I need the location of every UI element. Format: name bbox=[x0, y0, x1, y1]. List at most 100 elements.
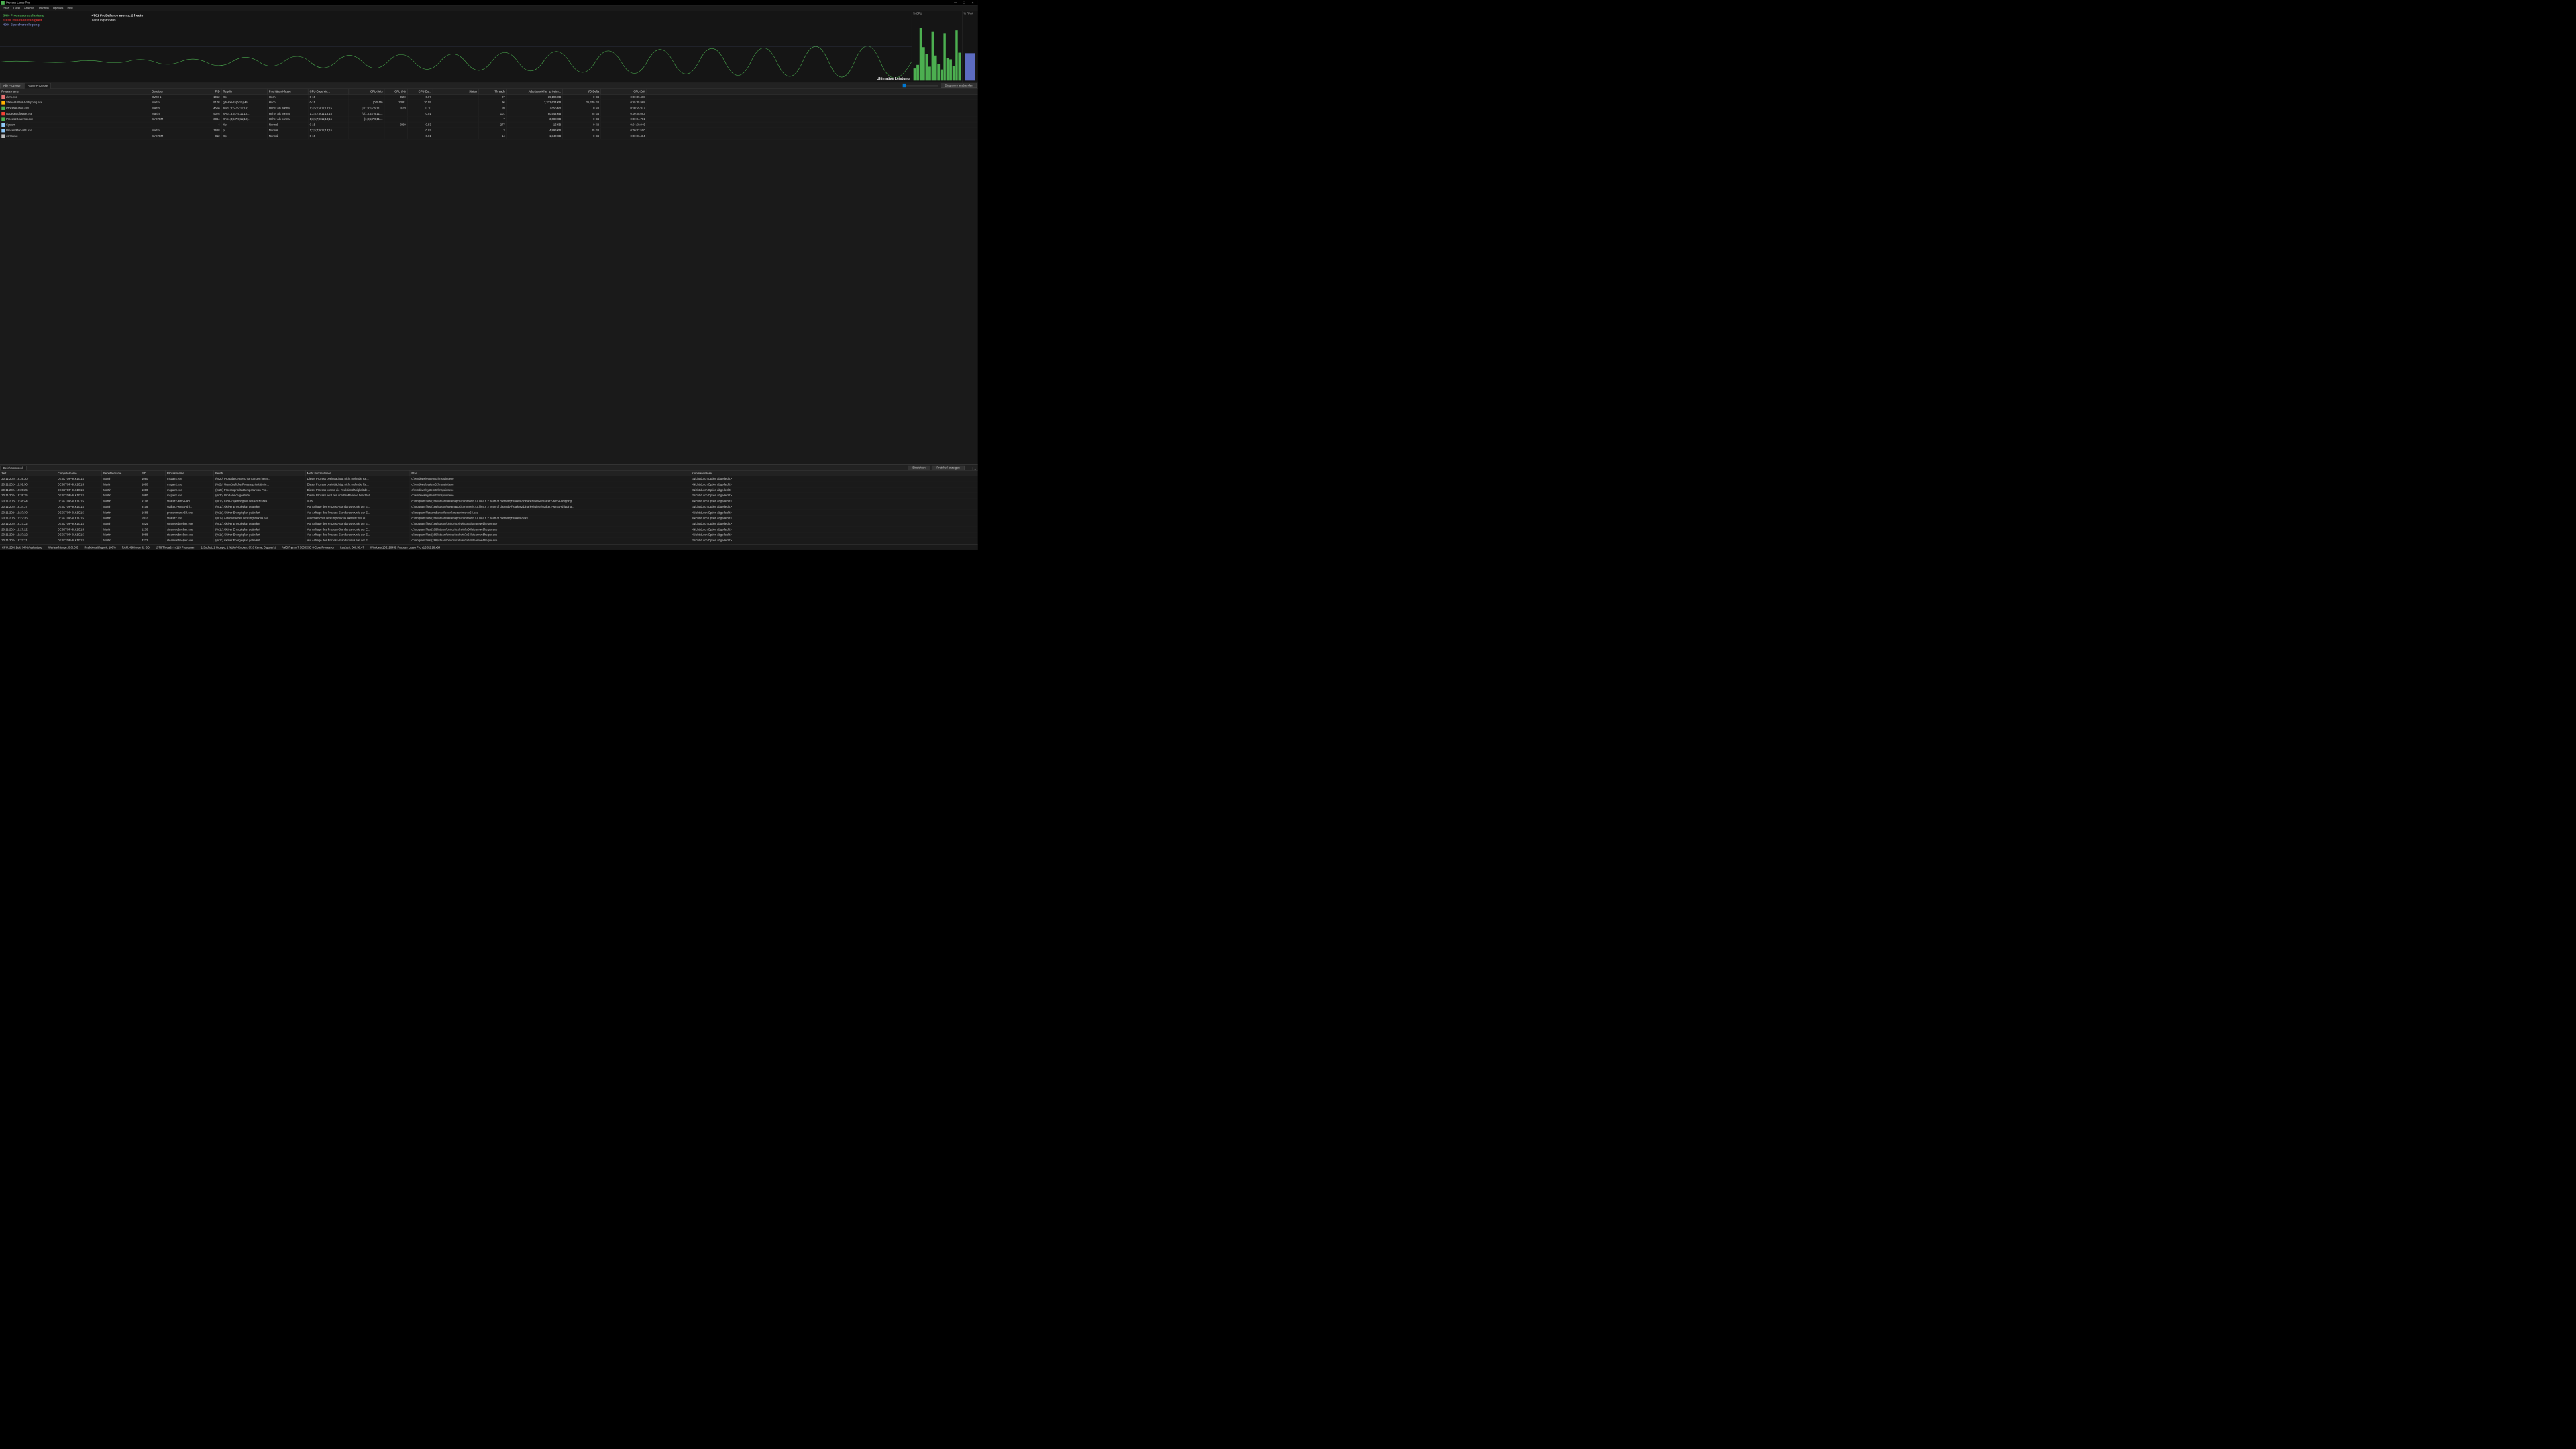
col-threads[interactable]: Threads bbox=[479, 89, 507, 94]
hide-graph-button[interactable]: Diagramm ausblenden bbox=[941, 83, 977, 88]
table-row[interactable]: csrss.exeSYSTEM812XpNormal0-150.01141,34… bbox=[0, 133, 978, 139]
col-pid[interactable]: PID bbox=[201, 89, 221, 94]
tab-log[interactable]: Befehlsprotokoll bbox=[0, 466, 27, 470]
cell-pid: 1236 bbox=[140, 527, 166, 532]
status-segment: RAM: 49% von 32 GB bbox=[122, 546, 150, 549]
col-usr[interactable]: Benutzername bbox=[102, 471, 140, 476]
cell-path: c:\windows\system32\mspaint.exe bbox=[410, 482, 690, 487]
table-row[interactable]: 20-11-2024 19:39:25DESKTOP-9LK1G1SMartin… bbox=[0, 488, 978, 493]
table-row[interactable]: Stalker2-Win64-Shipping.exeMartin9108gih… bbox=[0, 100, 978, 105]
col-name[interactable]: Prozessname bbox=[0, 89, 150, 94]
cell-user: DWM-1 bbox=[150, 94, 201, 99]
col-user[interactable]: Benutzer bbox=[150, 89, 201, 94]
col-mem[interactable]: Arbeitsspeicher (privater... bbox=[506, 89, 563, 94]
cell-name: ProcessLasso.exe bbox=[0, 105, 150, 111]
cell-usr: Martin bbox=[102, 482, 140, 487]
table-row[interactable]: 20-11-2024 19:27:22DESKTOP-9LK1G1SMartin… bbox=[0, 532, 978, 537]
table-row[interactable]: 20-11-2024 19:27:30DESKTOP-9LK1G1SMartin… bbox=[0, 510, 978, 515]
table-row[interactable]: 20-11-2024 19:27:21DESKTOP-9LK1G1SMartin… bbox=[0, 538, 978, 543]
cell-name: RadeonSoftware.exe bbox=[0, 111, 150, 117]
status-segment: CPU: 25% Zeit, 34% Auslastung bbox=[2, 546, 42, 549]
col-io[interactable]: I/O-Delta bbox=[563, 89, 601, 94]
maximize-button[interactable]: ☐ bbox=[962, 1, 966, 5]
cell-proc: mspaint.exe bbox=[166, 488, 214, 493]
insights-button[interactable]: Einsichten bbox=[908, 466, 930, 470]
table-row[interactable]: 20-11-2024 19:36:44DESKTOP-9LK1G1SMartin… bbox=[0, 498, 978, 504]
cell-path: c:\windows\system32\mspaint.exe bbox=[410, 493, 690, 498]
col-proc[interactable]: Prozessname bbox=[166, 471, 214, 476]
core-bar bbox=[922, 47, 925, 80]
menu-hilfe[interactable]: Hilfe bbox=[65, 7, 74, 10]
table-row[interactable]: 20-11-2024 19:27:22DESKTOP-9LK1G1SMartin… bbox=[0, 527, 978, 532]
col-comp[interactable]: Computername bbox=[56, 471, 102, 476]
cell-cpu: 0.20 bbox=[384, 94, 407, 99]
core-bar bbox=[928, 66, 931, 80]
status-segment: Warteschlange: 0 (0.00) bbox=[48, 546, 78, 549]
table-row[interactable]: PresentMon-x64.exeMartin1668pNormal1;3;5… bbox=[0, 128, 978, 133]
cell-comp: DESKTOP-9LK1G1S bbox=[56, 515, 102, 521]
table-row[interactable]: 20-11-2024 19:27:22DESKTOP-9LK1G1SMartin… bbox=[0, 521, 978, 527]
cell-cpu: 0.29 bbox=[384, 105, 407, 111]
cell-status bbox=[433, 111, 478, 117]
cell-cmd: (0x2c) Prozesspriorität temporär von Pro… bbox=[214, 488, 306, 493]
table-row[interactable]: 20-11-2024 19:27:26DESKTOP-9LK1G1SMartin… bbox=[0, 515, 978, 521]
cell-cli: <Nicht durch Option abgedeckt> bbox=[690, 488, 843, 493]
menu-start[interactable]: Start bbox=[1, 7, 11, 10]
table-row[interactable]: 20-11-2024 19:39:30DESKTOP-9LK1G1SMartin… bbox=[0, 476, 978, 482]
process-icon bbox=[1, 117, 5, 121]
col-cli[interactable]: Kommandozeile bbox=[690, 471, 843, 476]
col-time[interactable]: Zeit bbox=[0, 471, 56, 476]
app-icon bbox=[1, 1, 5, 4]
cell-pid: 1080 bbox=[140, 482, 166, 487]
cell-prio: Höher als normal bbox=[268, 105, 309, 111]
tab-aktive-prozesse[interactable]: Aktive Prozesse bbox=[24, 83, 51, 89]
col-status[interactable]: Status bbox=[433, 89, 478, 94]
table-row[interactable]: 20-11-2024 19:39:30DESKTOP-9LK1G1SMartin… bbox=[0, 482, 978, 487]
cell-cpudu: 0.07 bbox=[407, 94, 433, 99]
cell-cli: <Nicht durch Option abgedeckt> bbox=[690, 527, 843, 532]
cell-mem: 4,896 KB bbox=[506, 128, 563, 133]
col-cpu[interactable]: CPU (%) bbox=[384, 89, 407, 94]
table-row[interactable]: 20-11-2024 19:39:25DESKTOP-9LK1G1SMartin… bbox=[0, 493, 978, 498]
menu-updates[interactable]: Updates bbox=[51, 7, 66, 10]
cell-proc: steamwebhelper.exe bbox=[166, 521, 214, 527]
log-scroll-up-icon[interactable]: ▴ bbox=[972, 467, 977, 470]
statusbar: CPU: 25% Zeit, 34% Auslastung Warteschlan… bbox=[0, 545, 978, 550]
cell-cli: <Nicht durch Option abgedeckt> bbox=[690, 476, 843, 482]
process-grid[interactable]: ProzessnameBenutzerPIDRegelnPrioritäten-… bbox=[0, 89, 978, 464]
core-bar bbox=[916, 65, 919, 80]
col-prio[interactable]: Prioritäten-Klasse bbox=[268, 89, 309, 94]
col-cpuaff[interactable]: CPU-Zugehöri... bbox=[308, 89, 349, 94]
menu-optionen[interactable]: Optionen bbox=[36, 7, 51, 10]
col-cpudu[interactable]: CPU-Du... bbox=[407, 89, 433, 94]
show-log-button[interactable]: Protokoll anzeigen bbox=[932, 466, 965, 470]
col-cmd[interactable]: Befehl bbox=[214, 471, 306, 476]
col-cputime[interactable]: CPU-Zeit bbox=[601, 89, 647, 94]
log-grid[interactable]: ZeitComputernameBenutzernamePIDProzessna… bbox=[0, 471, 978, 545]
cell-threads: 7 bbox=[479, 117, 507, 122]
minimize-button[interactable]: — bbox=[953, 1, 957, 5]
tab-alle-prozesse[interactable]: Alle Prozesse bbox=[0, 83, 23, 89]
table-row[interactable]: 20-11-2024 19:34:37DESKTOP-9LK1G1SMartin… bbox=[0, 504, 978, 510]
cell-info: Auf Anfrage des Prozess-Standards wurde … bbox=[306, 538, 411, 543]
col-rules[interactable]: Regeln bbox=[221, 89, 267, 94]
col-info[interactable]: Mehr Informationen bbox=[306, 471, 411, 476]
cell-io: 0 KB bbox=[563, 117, 601, 122]
cell-cmd: (0x1c) Aktiver Energieplan geändert bbox=[214, 538, 306, 543]
table-row[interactable]: ProcessLasso.exeMartin4568XAp1;3;5;7;9;1… bbox=[0, 105, 978, 111]
table-row[interactable]: dwm.exeDWM-11952XpHoch0-150.200.072739,1… bbox=[0, 94, 978, 99]
table-row[interactable]: RadeonSoftware.exeMartin9076XAp1;3;5;7;9… bbox=[0, 111, 978, 117]
refresh-slider[interactable] bbox=[903, 85, 938, 86]
col-path[interactable]: Pfad bbox=[410, 471, 690, 476]
cell-comp: DESKTOP-9LK1G1S bbox=[56, 488, 102, 493]
table-row[interactable]: ProcessGovernor.exeSYSTEM3864XAp1;3;5;7;… bbox=[0, 117, 978, 122]
cell-name: Stalker2-Win64-Shipping.exe bbox=[0, 100, 150, 105]
menu-datei[interactable]: Datei bbox=[11, 7, 22, 10]
cell-io: 0 KB bbox=[563, 105, 601, 111]
cell-prio: Normal bbox=[268, 133, 309, 139]
col-pid[interactable]: PID bbox=[140, 471, 166, 476]
menu-ansicht[interactable]: Ansicht bbox=[22, 7, 36, 10]
col-cpusets[interactable]: CPU-Sets bbox=[349, 89, 384, 94]
close-button[interactable]: ✕ bbox=[971, 1, 975, 5]
table-row[interactable]: System4XpNormal0-150.690.5327716 KB0 KB0… bbox=[0, 122, 978, 127]
